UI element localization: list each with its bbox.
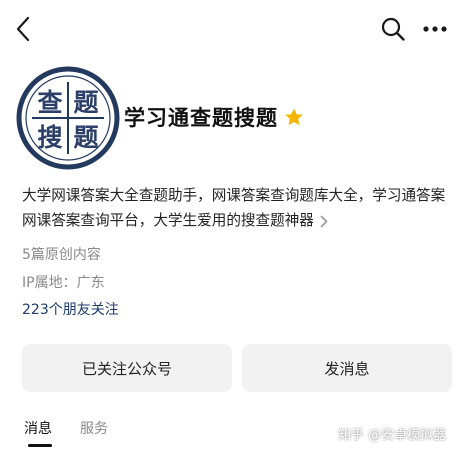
tab-services[interactable]: 服务 (80, 418, 108, 438)
watermark: 知乎 @安卓模拟器 (338, 428, 447, 443)
chevron-right-icon (320, 215, 328, 227)
profile-header: 查 题 搜 题 学习通查题搜题 (16, 66, 456, 170)
search-button[interactable] (378, 14, 408, 44)
description-text: 大学网课答案大全查题助手，网课答案查询题库大全，学习通答案网课答案查询平台，大学… (22, 187, 446, 229)
followed-button[interactable]: 已关注公众号 (22, 344, 232, 392)
avatar-char-1: 查 (37, 88, 62, 117)
top-bar (0, 0, 474, 58)
account-description[interactable]: 大学网课答案大全查题助手，网课答案查询题库大全，学习通答案网课答案查询平台，大学… (22, 183, 458, 233)
chevron-left-icon (16, 16, 30, 42)
friends-following[interactable]: 223个朋友关注 (22, 299, 119, 319)
avatar-char-3: 搜 (37, 123, 62, 152)
account-name-row: 学习通查题搜题 (124, 102, 304, 132)
more-horizontal-icon (423, 26, 447, 32)
avatar-char-4: 题 (73, 123, 98, 152)
active-tab-indicator (28, 444, 52, 447)
tab-messages[interactable]: 消息 (24, 418, 52, 438)
original-posts-count[interactable]: 5篇原创内容 (22, 244, 101, 264)
back-button[interactable] (8, 14, 38, 44)
account-name: 学习通查题搜题 (124, 106, 278, 130)
avatar[interactable]: 查 题 搜 题 (16, 66, 120, 170)
more-button[interactable] (420, 14, 450, 44)
send-message-button[interactable]: 发消息 (242, 344, 452, 392)
star-icon (285, 108, 303, 126)
search-icon (381, 17, 405, 41)
ip-location: IP属地：广东 (22, 275, 105, 291)
avatar-char-2: 题 (73, 88, 98, 117)
